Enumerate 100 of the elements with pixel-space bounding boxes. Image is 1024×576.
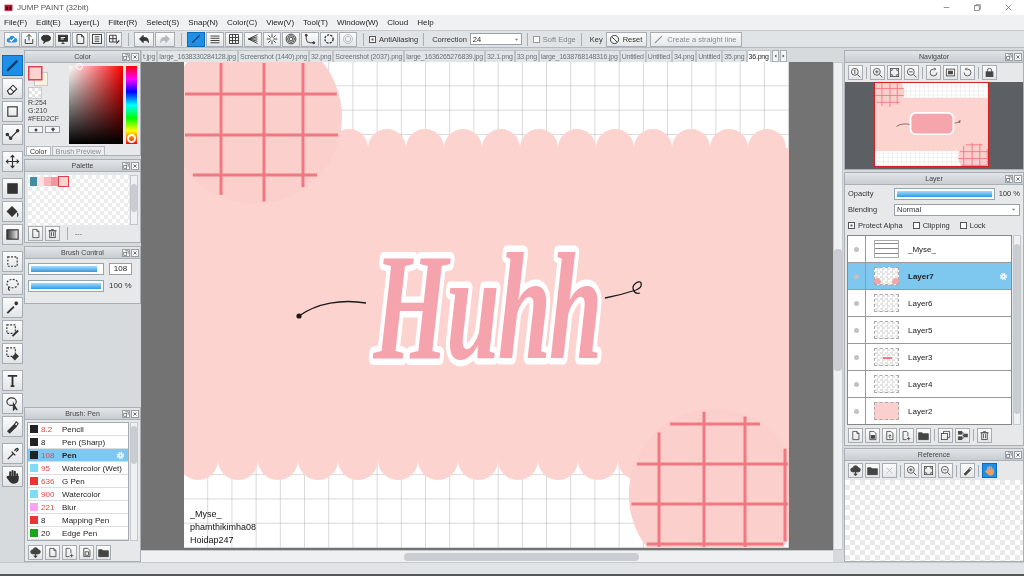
- layer-row[interactable]: Layer4: [848, 371, 1011, 398]
- document-button[interactable]: [72, 31, 88, 47]
- close-button[interactable]: [1014, 450, 1022, 459]
- scrollbar-thumb[interactable]: [1014, 244, 1020, 414]
- trash-button[interactable]: [45, 226, 60, 241]
- menu-item[interactable]: Cloud: [387, 18, 409, 27]
- layer-row[interactable]: Layer5: [848, 317, 1011, 344]
- menu-item[interactable]: Help: [417, 18, 434, 27]
- rectangle-button[interactable]: [1, 101, 23, 122]
- trash-button[interactable]: [977, 427, 992, 443]
- grid-edit-button[interactable]: [106, 31, 122, 47]
- grid-button[interactable]: [225, 31, 243, 47]
- merge-button[interactable]: [955, 427, 970, 443]
- hue-spectrum[interactable]: [126, 66, 137, 144]
- vertical-scrollbar[interactable]: [1013, 235, 1021, 425]
- visibility-dot-icon[interactable]: [854, 246, 859, 252]
- fit-screen-button[interactable]: [887, 65, 902, 80]
- close-button[interactable]: [1014, 52, 1022, 61]
- brush-row[interactable]: 8.2 Pencil: [28, 423, 128, 436]
- gradient-button[interactable]: [1, 224, 23, 245]
- menu-item[interactable]: File(F): [4, 18, 28, 27]
- duplicate-button[interactable]: [938, 427, 953, 443]
- close-button[interactable]: [131, 248, 139, 257]
- undo-button[interactable]: [134, 31, 154, 47]
- magic-wand-button[interactable]: [1, 297, 23, 318]
- menu-item[interactable]: Filter(R): [108, 18, 138, 27]
- undock-button[interactable]: [122, 52, 130, 61]
- brush-row[interactable]: 95 Watercolor (Wet): [28, 462, 128, 475]
- cloud-download-button[interactable]: [848, 463, 863, 478]
- visibility-dot-icon[interactable]: [854, 354, 859, 360]
- speech-bubble-button[interactable]: [38, 31, 54, 47]
- visibility-dot-icon[interactable]: [854, 408, 859, 414]
- paint-bucket-button[interactable]: [1, 201, 23, 222]
- rotate-left-button[interactable]: [926, 65, 941, 80]
- color-spectrum[interactable]: [69, 66, 123, 144]
- color-swatches-icon[interactable]: [28, 66, 48, 86]
- horizontal-scrollbar[interactable]: [141, 550, 833, 562]
- concentric-circles-button[interactable]: [282, 31, 300, 47]
- zoom-out-button[interactable]: [904, 65, 919, 80]
- list-button[interactable]: [89, 31, 105, 47]
- cloud-download-button[interactable]: [28, 545, 43, 560]
- undock-button[interactable]: [1005, 174, 1013, 183]
- brush-button[interactable]: [1, 55, 23, 76]
- checkbox[interactable]: [912, 222, 920, 229]
- filled-square-button[interactable]: [1, 178, 23, 199]
- menu-item[interactable]: Layer(L): [69, 18, 100, 27]
- select-eraser-button[interactable]: [1, 343, 23, 364]
- polyline-button[interactable]: [1, 124, 23, 145]
- menu-item[interactable]: Window(W): [336, 18, 379, 27]
- lasso-arrow-button[interactable]: [1, 393, 23, 414]
- eraser-button[interactable]: [1, 78, 23, 99]
- vertical-scrollbar[interactable]: [130, 422, 138, 541]
- undock-button[interactable]: [1005, 52, 1013, 61]
- lock-button[interactable]: [982, 65, 997, 80]
- close-button[interactable]: [1014, 174, 1022, 183]
- new-layer-button[interactable]: [848, 427, 863, 443]
- scrollbar-thumb[interactable]: [404, 552, 639, 561]
- fit-frame-button[interactable]: [943, 65, 958, 80]
- scrollbar-thumb[interactable]: [131, 426, 137, 464]
- undock-button[interactable]: [122, 248, 130, 257]
- checkbox[interactable]: [848, 222, 855, 229]
- hand-button[interactable]: [1, 466, 23, 487]
- document-arrow-button[interactable]: [882, 427, 897, 443]
- dashed-circle-button[interactable]: [320, 31, 338, 47]
- brush-row[interactable]: 636 G Pen: [28, 475, 128, 488]
- size-slider[interactable]: [28, 262, 104, 275]
- zoom-out-button[interactable]: [938, 463, 953, 478]
- scrollbar-thumb[interactable]: [834, 249, 842, 371]
- rectangle-select-button[interactable]: [1, 251, 23, 272]
- add-document-button[interactable]: [899, 427, 914, 443]
- undock-button[interactable]: [122, 409, 130, 418]
- lasso-select-button[interactable]: [1, 274, 23, 295]
- monitor-button[interactable]: [55, 31, 71, 47]
- move-button[interactable]: [1, 151, 23, 172]
- menu-item[interactable]: Select(S): [146, 18, 180, 27]
- menu-item[interactable]: Edit(E): [36, 18, 61, 27]
- document-image-button[interactable]: [865, 427, 880, 443]
- vertical-scrollbar[interactable]: [833, 62, 843, 550]
- folder-button[interactable]: [916, 427, 931, 443]
- close-button[interactable]: [131, 409, 139, 418]
- text-tool-button[interactable]: [1, 370, 23, 391]
- anti-aliasing-checkbox[interactable]: [369, 35, 376, 43]
- menu-item[interactable]: Color(C): [226, 18, 258, 27]
- size-field[interactable]: 108: [109, 262, 132, 275]
- diagonal-line-button[interactable]: [187, 31, 205, 47]
- ring-icon[interactable]: [127, 134, 136, 143]
- document-button[interactable]: [45, 545, 60, 560]
- visibility-dot-icon[interactable]: [854, 327, 859, 333]
- visibility-dot-icon[interactable]: [854, 381, 859, 387]
- close-button[interactable]: [131, 161, 139, 170]
- menu-item[interactable]: View(V): [266, 18, 295, 27]
- visibility-dot-icon[interactable]: [854, 300, 859, 306]
- brush-row[interactable]: 20 Edge Pen: [28, 527, 128, 540]
- palette-swatch[interactable]: [58, 176, 69, 187]
- visibility-dot-icon[interactable]: [854, 273, 859, 279]
- layer-row[interactable]: Layer3: [848, 344, 1011, 371]
- zoom-reset-button[interactable]: [848, 65, 863, 80]
- pen-button[interactable]: [1, 416, 23, 437]
- dot-button[interactable]: [28, 126, 43, 133]
- layer-row[interactable]: Layer2: [848, 398, 1011, 424]
